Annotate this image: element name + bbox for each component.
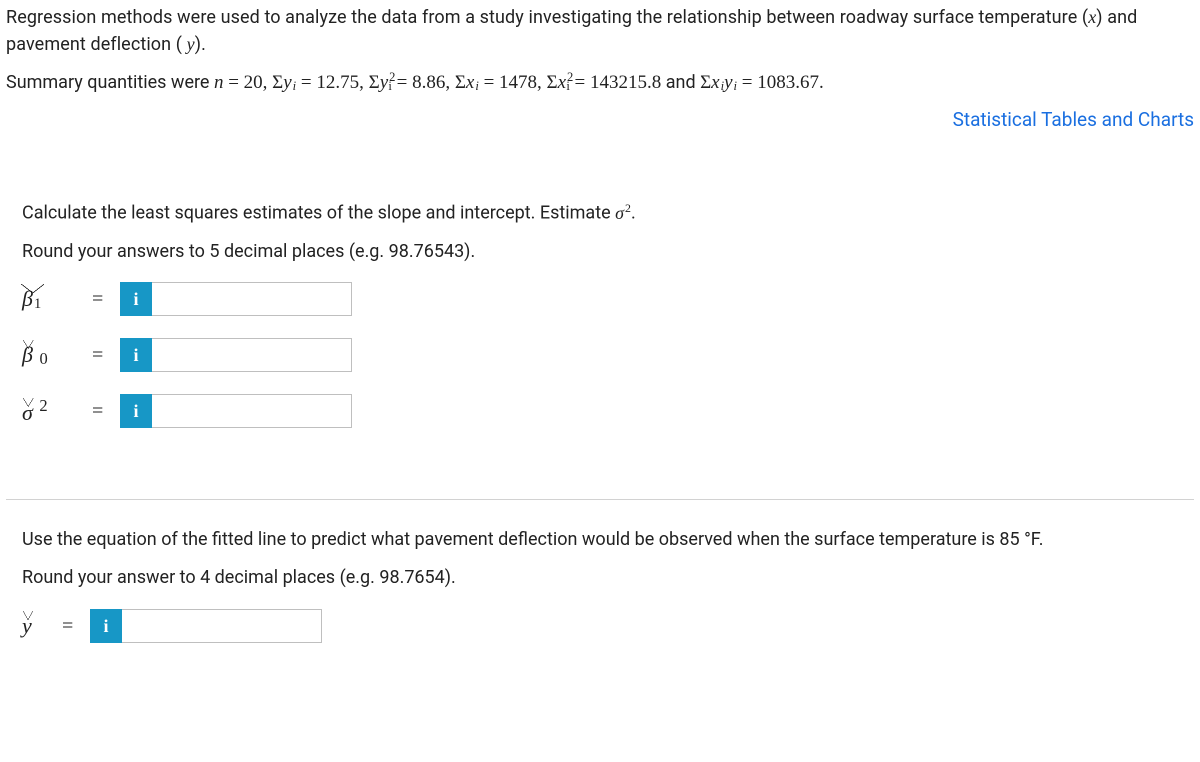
sum-xi2: 143215.8 <box>590 72 661 93</box>
eq-sign: = <box>62 615 90 638</box>
eq-sign: = <box>92 400 120 423</box>
sigma2-label: σ 2 <box>22 396 92 426</box>
n-value: 20 <box>244 72 263 93</box>
link-container: Statistical Tables and Charts <box>6 108 1194 131</box>
sigma-var: σ <box>615 203 624 223</box>
yhat-label: y <box>22 613 62 639</box>
summary-lead: Summary quantities were <box>6 72 214 93</box>
beta0-row: β 0 = i <box>22 335 1180 375</box>
info-icon[interactable]: i <box>90 609 122 643</box>
info-icon[interactable]: i <box>120 282 152 316</box>
summary-line: Summary quantities were n = 20, Σyi = 12… <box>6 70 1194 94</box>
part2-section: Use the equation of the fitted line to p… <box>6 514 1194 684</box>
beta1-row: β1 = i <box>22 279 1180 319</box>
question-container: Regression methods were used to analyze … <box>0 0 1200 694</box>
sum-yi2: 8.86 <box>412 72 445 93</box>
part1-section: Calculate the least squares estimates of… <box>6 187 1194 469</box>
info-icon[interactable]: i <box>120 338 152 372</box>
p1-prompt-a: Calculate the least squares estimates of… <box>22 203 615 224</box>
part1-round: Round your answers to 5 decimal places (… <box>22 238 1180 266</box>
var-y: y <box>182 34 195 54</box>
beta0-input[interactable] <box>152 338 352 372</box>
sigma-sup: 2 <box>38 396 47 415</box>
yhat-row: y = i <box>22 606 1180 646</box>
part2-inputs: y = i <box>22 606 1180 646</box>
sum-xi: 1478 <box>499 72 537 93</box>
intro-a: Regression methods were used to analyze … <box>6 7 1088 28</box>
sigma-sym: σ <box>22 400 33 425</box>
beta0-sym: β <box>22 342 33 367</box>
intro-c: ). <box>195 34 206 55</box>
beta1-sym: β <box>22 286 33 311</box>
yhat-sym: y <box>22 613 32 638</box>
intro-text: Regression methods were used to analyze … <box>6 4 1194 58</box>
eq-sign: = <box>92 288 120 311</box>
sum-period: . <box>819 72 824 93</box>
divider <box>6 499 1194 500</box>
yhat-input[interactable] <box>122 609 322 643</box>
beta1-input[interactable] <box>152 282 352 316</box>
beta1-sub: 1 <box>33 296 41 312</box>
part2-prompt: Use the equation of the fitted line to p… <box>22 526 1180 554</box>
sum-xiyi: 1083.67 <box>757 72 819 93</box>
beta0-sub: 0 <box>38 349 47 368</box>
beta0-label: β 0 <box>22 342 92 369</box>
info-icon[interactable]: i <box>120 394 152 428</box>
p1-prompt-b: . <box>631 203 636 224</box>
part1-prompt: Calculate the least squares estimates of… <box>22 199 1180 227</box>
and-text: and <box>661 72 700 93</box>
part1-inputs: β1 = i β 0 = i σ 2 = i <box>22 279 1180 431</box>
sigma2-input[interactable] <box>152 394 352 428</box>
beta1-label: β1 <box>22 286 92 313</box>
eq-sign: = <box>92 344 120 367</box>
sum-yi: 12.75 <box>316 72 359 93</box>
sigma2-row: σ 2 = i <box>22 391 1180 431</box>
stat-tables-link[interactable]: Statistical Tables and Charts <box>953 108 1194 131</box>
part2-round: Round your answer to 4 decimal places (e… <box>22 564 1180 592</box>
